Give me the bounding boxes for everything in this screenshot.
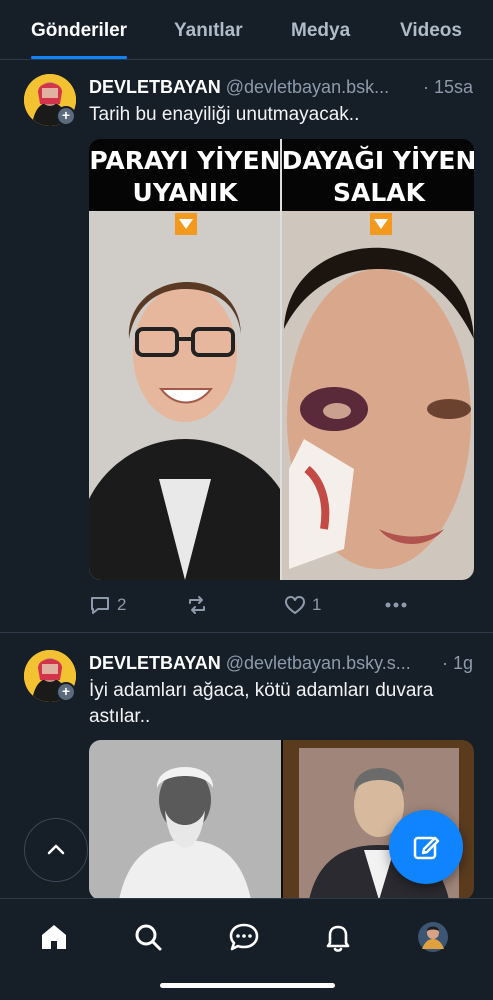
nav-notifications[interactable]	[320, 919, 356, 955]
nav-home[interactable]	[36, 919, 72, 955]
tab-posts[interactable]: Gönderiler	[31, 20, 127, 42]
image-right-caption-1: DAYAĞI YİYEN	[282, 145, 474, 175]
post-text: Tarih bu enayiliği unutmayacak..	[89, 104, 360, 125]
home-indicator	[160, 983, 335, 988]
heart-icon	[285, 596, 305, 614]
image-left-caption-1: PARAYI YİYEN	[89, 145, 280, 175]
like-count: 1	[312, 595, 322, 614]
reply-button[interactable]: 2	[89, 594, 126, 616]
post-timestamp[interactable]: · 15sa	[423, 77, 473, 98]
like-button[interactable]: 1	[284, 594, 321, 616]
profile-avatar	[418, 922, 448, 952]
bell-icon	[326, 925, 350, 952]
image-right-caption-2: SALAK	[333, 178, 427, 207]
follow-plus-icon[interactable]: +	[56, 106, 76, 126]
tab-videos[interactable]: Videos	[400, 20, 462, 42]
reply-icon	[91, 597, 109, 614]
chat-icon	[229, 923, 259, 951]
post-image[interactable]: PARAYI YİYEN UYANIK DAYAĞI YİYEN SALAK	[89, 139, 474, 580]
post-text: İyi adamları ağaca, kötü adamları duvara…	[89, 680, 434, 727]
post-item[interactable]: + DEVLETBAYAN @devletbayan.bsk... · 15sa…	[0, 60, 493, 632]
post-timestamp[interactable]: · 1g	[442, 653, 473, 674]
nav-search[interactable]	[130, 919, 166, 955]
scroll-to-top-button[interactable]	[24, 818, 88, 882]
reply-count: 2	[117, 595, 127, 614]
nav-profile[interactable]	[415, 919, 451, 955]
home-icon	[42, 925, 66, 949]
follow-plus-icon[interactable]: +	[56, 682, 76, 702]
compose-button[interactable]	[389, 810, 463, 884]
author-name[interactable]: DEVLETBAYAN	[89, 77, 221, 97]
repost-icon	[189, 596, 205, 614]
more-icon	[385, 602, 407, 608]
author-line: DEVLETBAYAN @devletbayan.bsk...	[89, 77, 474, 98]
more-options-button[interactable]	[384, 594, 408, 616]
author-handle[interactable]: @devletbayan.bsky.s...	[226, 653, 411, 673]
nav-chat[interactable]	[226, 919, 262, 955]
post-actions: 2 1	[89, 594, 419, 624]
chevron-up-icon	[47, 844, 65, 855]
profile-tabs: Gönderiler Yanıtlar Medya Videos	[0, 0, 493, 60]
active-tab-indicator	[31, 56, 127, 59]
search-icon	[135, 924, 162, 951]
author-line: DEVLETBAYAN @devletbayan.bsky.s...	[89, 653, 474, 674]
tab-media[interactable]: Medya	[291, 20, 350, 42]
tab-replies[interactable]: Yanıtlar	[174, 20, 243, 42]
image-left-caption-2: UYANIK	[133, 178, 240, 207]
author-name[interactable]: DEVLETBAYAN	[89, 653, 221, 673]
repost-button[interactable]	[186, 594, 214, 616]
author-handle[interactable]: @devletbayan.bsk...	[226, 77, 389, 97]
compose-icon	[413, 836, 440, 860]
